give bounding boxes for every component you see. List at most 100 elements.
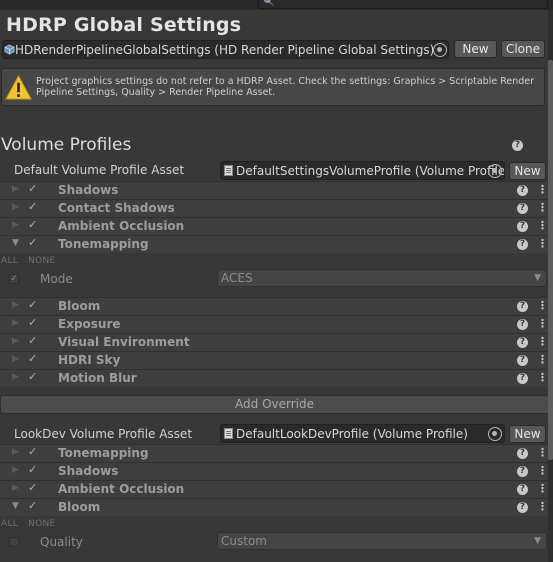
- component-enabled-checkbox[interactable]: ✓: [28, 299, 39, 311]
- more-options-icon[interactable]: ⋮: [537, 354, 548, 366]
- component-row-shadows[interactable]: ▶ ✓ Shadows ? ⋮: [0, 462, 549, 480]
- new-lookdev-profile-button[interactable]: New: [509, 425, 546, 443]
- foldout-arrow-icon[interactable]: ▶: [12, 354, 19, 364]
- component-enabled-checkbox[interactable]: ✓: [28, 482, 39, 494]
- component-enabled-checkbox[interactable]: ✓: [28, 219, 39, 231]
- component-label: Ambient Occlusion: [58, 219, 185, 233]
- foldout-arrow-down-icon[interactable]: ▼: [12, 238, 19, 248]
- component-enabled-checkbox[interactable]: ✓: [28, 500, 39, 512]
- component-enabled-checkbox[interactable]: ✓: [28, 183, 39, 195]
- component-enabled-checkbox[interactable]: ✓: [28, 201, 39, 213]
- quality-dropdown[interactable]: Custom ▼: [217, 532, 547, 550]
- object-picker-icon[interactable]: [433, 43, 447, 57]
- help-icon[interactable]: ?: [517, 337, 528, 348]
- help-icon[interactable]: ?: [517, 203, 528, 214]
- more-options-icon[interactable]: ⋮: [537, 372, 548, 384]
- object-picker-icon[interactable]: [488, 164, 502, 178]
- foldout-arrow-icon[interactable]: ▶: [12, 202, 19, 212]
- component-row-ambient-occlusion[interactable]: ▶ ✓ Ambient Occlusion ? ⋮: [0, 217, 549, 235]
- new-default-profile-button[interactable]: New: [509, 162, 546, 180]
- default-volume-profile-field[interactable]: DefaultSettingsVolumeProfile (Volume Pro…: [220, 161, 505, 180]
- all-toggle[interactable]: ALL: [1, 519, 18, 529]
- component-enabled-checkbox[interactable]: ✓: [28, 353, 39, 365]
- asset-cube-icon: [4, 44, 15, 55]
- component-enabled-checkbox[interactable]: ✓: [28, 371, 39, 383]
- override-checkbox[interactable]: [9, 537, 19, 547]
- component-row-tonemapping[interactable]: ▼ ✓ Tonemapping ? ⋮: [0, 235, 549, 253]
- global-settings-asset-field[interactable]: HDRenderPipelineGlobalSettings (HD Rende…: [2, 40, 449, 59]
- none-toggle[interactable]: NONE: [28, 519, 55, 529]
- lookdev-volume-profile-field[interactable]: DefaultLookDevProfile (Volume Profile): [220, 424, 505, 443]
- none-toggle[interactable]: NONE: [28, 256, 55, 266]
- mode-dropdown[interactable]: ACES ▼: [217, 269, 547, 287]
- more-options-icon[interactable]: ⋮: [537, 318, 548, 330]
- component-label: Exposure: [58, 317, 121, 331]
- global-settings-asset-value: HDRenderPipelineGlobalSettings (HD Rende…: [15, 43, 435, 57]
- clone-settings-button[interactable]: Clone: [501, 40, 545, 58]
- component-label: HDRI Sky: [58, 353, 121, 367]
- foldout-arrow-icon[interactable]: ▶: [12, 318, 19, 328]
- component-enabled-checkbox[interactable]: ✓: [28, 464, 39, 476]
- quality-label: Quality: [40, 535, 83, 549]
- more-options-icon[interactable]: ⋮: [537, 220, 548, 232]
- help-icon[interactable]: ?: [517, 185, 528, 196]
- more-options-icon[interactable]: ⋮: [537, 202, 548, 214]
- foldout-arrow-icon[interactable]: ▶: [12, 336, 19, 346]
- help-icon[interactable]: ?: [517, 466, 528, 477]
- more-options-icon[interactable]: ⋮: [537, 300, 548, 312]
- new-settings-button[interactable]: New: [454, 40, 497, 58]
- component-row-ambient-occlusion[interactable]: ▶ ✓ Ambient Occlusion ? ⋮: [0, 480, 549, 498]
- more-options-icon[interactable]: ⋮: [537, 238, 548, 250]
- component-row-bloom[interactable]: ▼ ✓ Bloom ? ⋮: [0, 498, 549, 516]
- component-row-motion-blur[interactable]: ▶ ✓ Motion Blur ? ⋮: [0, 369, 549, 387]
- component-row-exposure[interactable]: ▶ ✓ Exposure ? ⋮: [0, 315, 549, 333]
- component-row-tonemapping[interactable]: ▶ ✓ Tonemapping ? ⋮: [0, 444, 549, 462]
- foldout-arrow-icon[interactable]: ▶: [12, 447, 19, 457]
- more-options-icon[interactable]: ⋮: [537, 501, 548, 513]
- more-options-icon[interactable]: ⋮: [537, 465, 548, 477]
- foldout-arrow-icon[interactable]: ▶: [12, 300, 19, 310]
- warning-message: Project graphics settings do not refer t…: [36, 76, 535, 98]
- component-label: Shadows: [58, 183, 119, 197]
- scrollbar-thumb[interactable]: [548, 60, 553, 460]
- more-options-icon[interactable]: ⋮: [537, 336, 548, 348]
- component-row-bloom[interactable]: ▶ ✓ Bloom ? ⋮: [0, 297, 549, 315]
- help-icon[interactable]: ?: [517, 502, 528, 513]
- help-icon[interactable]: ?: [517, 301, 528, 312]
- override-checkbox[interactable]: ✓: [9, 274, 19, 284]
- add-override-button[interactable]: Add Override: [0, 395, 549, 414]
- component-row-visual-environment[interactable]: ▶ ✓ Visual Environment ? ⋮: [0, 333, 549, 351]
- help-icon[interactable]: ?: [517, 355, 528, 366]
- all-toggle[interactable]: ALL: [1, 256, 18, 266]
- component-enabled-checkbox[interactable]: ✓: [28, 317, 39, 329]
- help-icon[interactable]: ?: [517, 239, 528, 250]
- component-enabled-checkbox[interactable]: ✓: [28, 237, 39, 249]
- component-row-shadows[interactable]: ▶ ✓ Shadows ? ⋮: [0, 181, 549, 199]
- foldout-arrow-icon[interactable]: ▶: [12, 483, 19, 493]
- component-enabled-checkbox[interactable]: ✓: [28, 335, 39, 347]
- help-icon[interactable]: ?: [517, 319, 528, 330]
- warning-icon: [5, 75, 32, 100]
- component-row-hdri-sky[interactable]: ▶ ✓ HDRI Sky ? ⋮: [0, 351, 549, 369]
- default-volume-profile-label: Default Volume Profile Asset: [14, 163, 185, 177]
- help-icon[interactable]: ?: [517, 448, 528, 459]
- object-picker-icon[interactable]: [488, 427, 502, 441]
- help-icon[interactable]: ?: [517, 221, 528, 232]
- help-icon[interactable]: ?: [517, 484, 528, 495]
- volume-profile-asset-icon: [224, 428, 233, 439]
- more-options-icon[interactable]: ⋮: [537, 447, 548, 459]
- quality-value: Custom: [221, 534, 267, 548]
- help-icon[interactable]: ?: [512, 140, 523, 151]
- foldout-arrow-down-icon[interactable]: ▼: [12, 501, 19, 511]
- component-row-contact-shadows[interactable]: ▶ ✓ Contact Shadows ? ⋮: [0, 199, 549, 217]
- search-field[interactable]: 🔍: [258, 0, 548, 9]
- foldout-arrow-icon[interactable]: ▶: [12, 220, 19, 230]
- foldout-arrow-icon[interactable]: ▶: [12, 372, 19, 382]
- more-options-icon[interactable]: ⋮: [537, 483, 548, 495]
- foldout-arrow-icon[interactable]: ▶: [12, 465, 19, 475]
- help-icon[interactable]: ?: [517, 373, 528, 384]
- component-enabled-checkbox[interactable]: ✓: [28, 446, 39, 458]
- more-options-icon[interactable]: ⋮: [537, 184, 548, 196]
- mode-label: Mode: [40, 272, 73, 286]
- foldout-arrow-icon[interactable]: ▶: [12, 184, 19, 194]
